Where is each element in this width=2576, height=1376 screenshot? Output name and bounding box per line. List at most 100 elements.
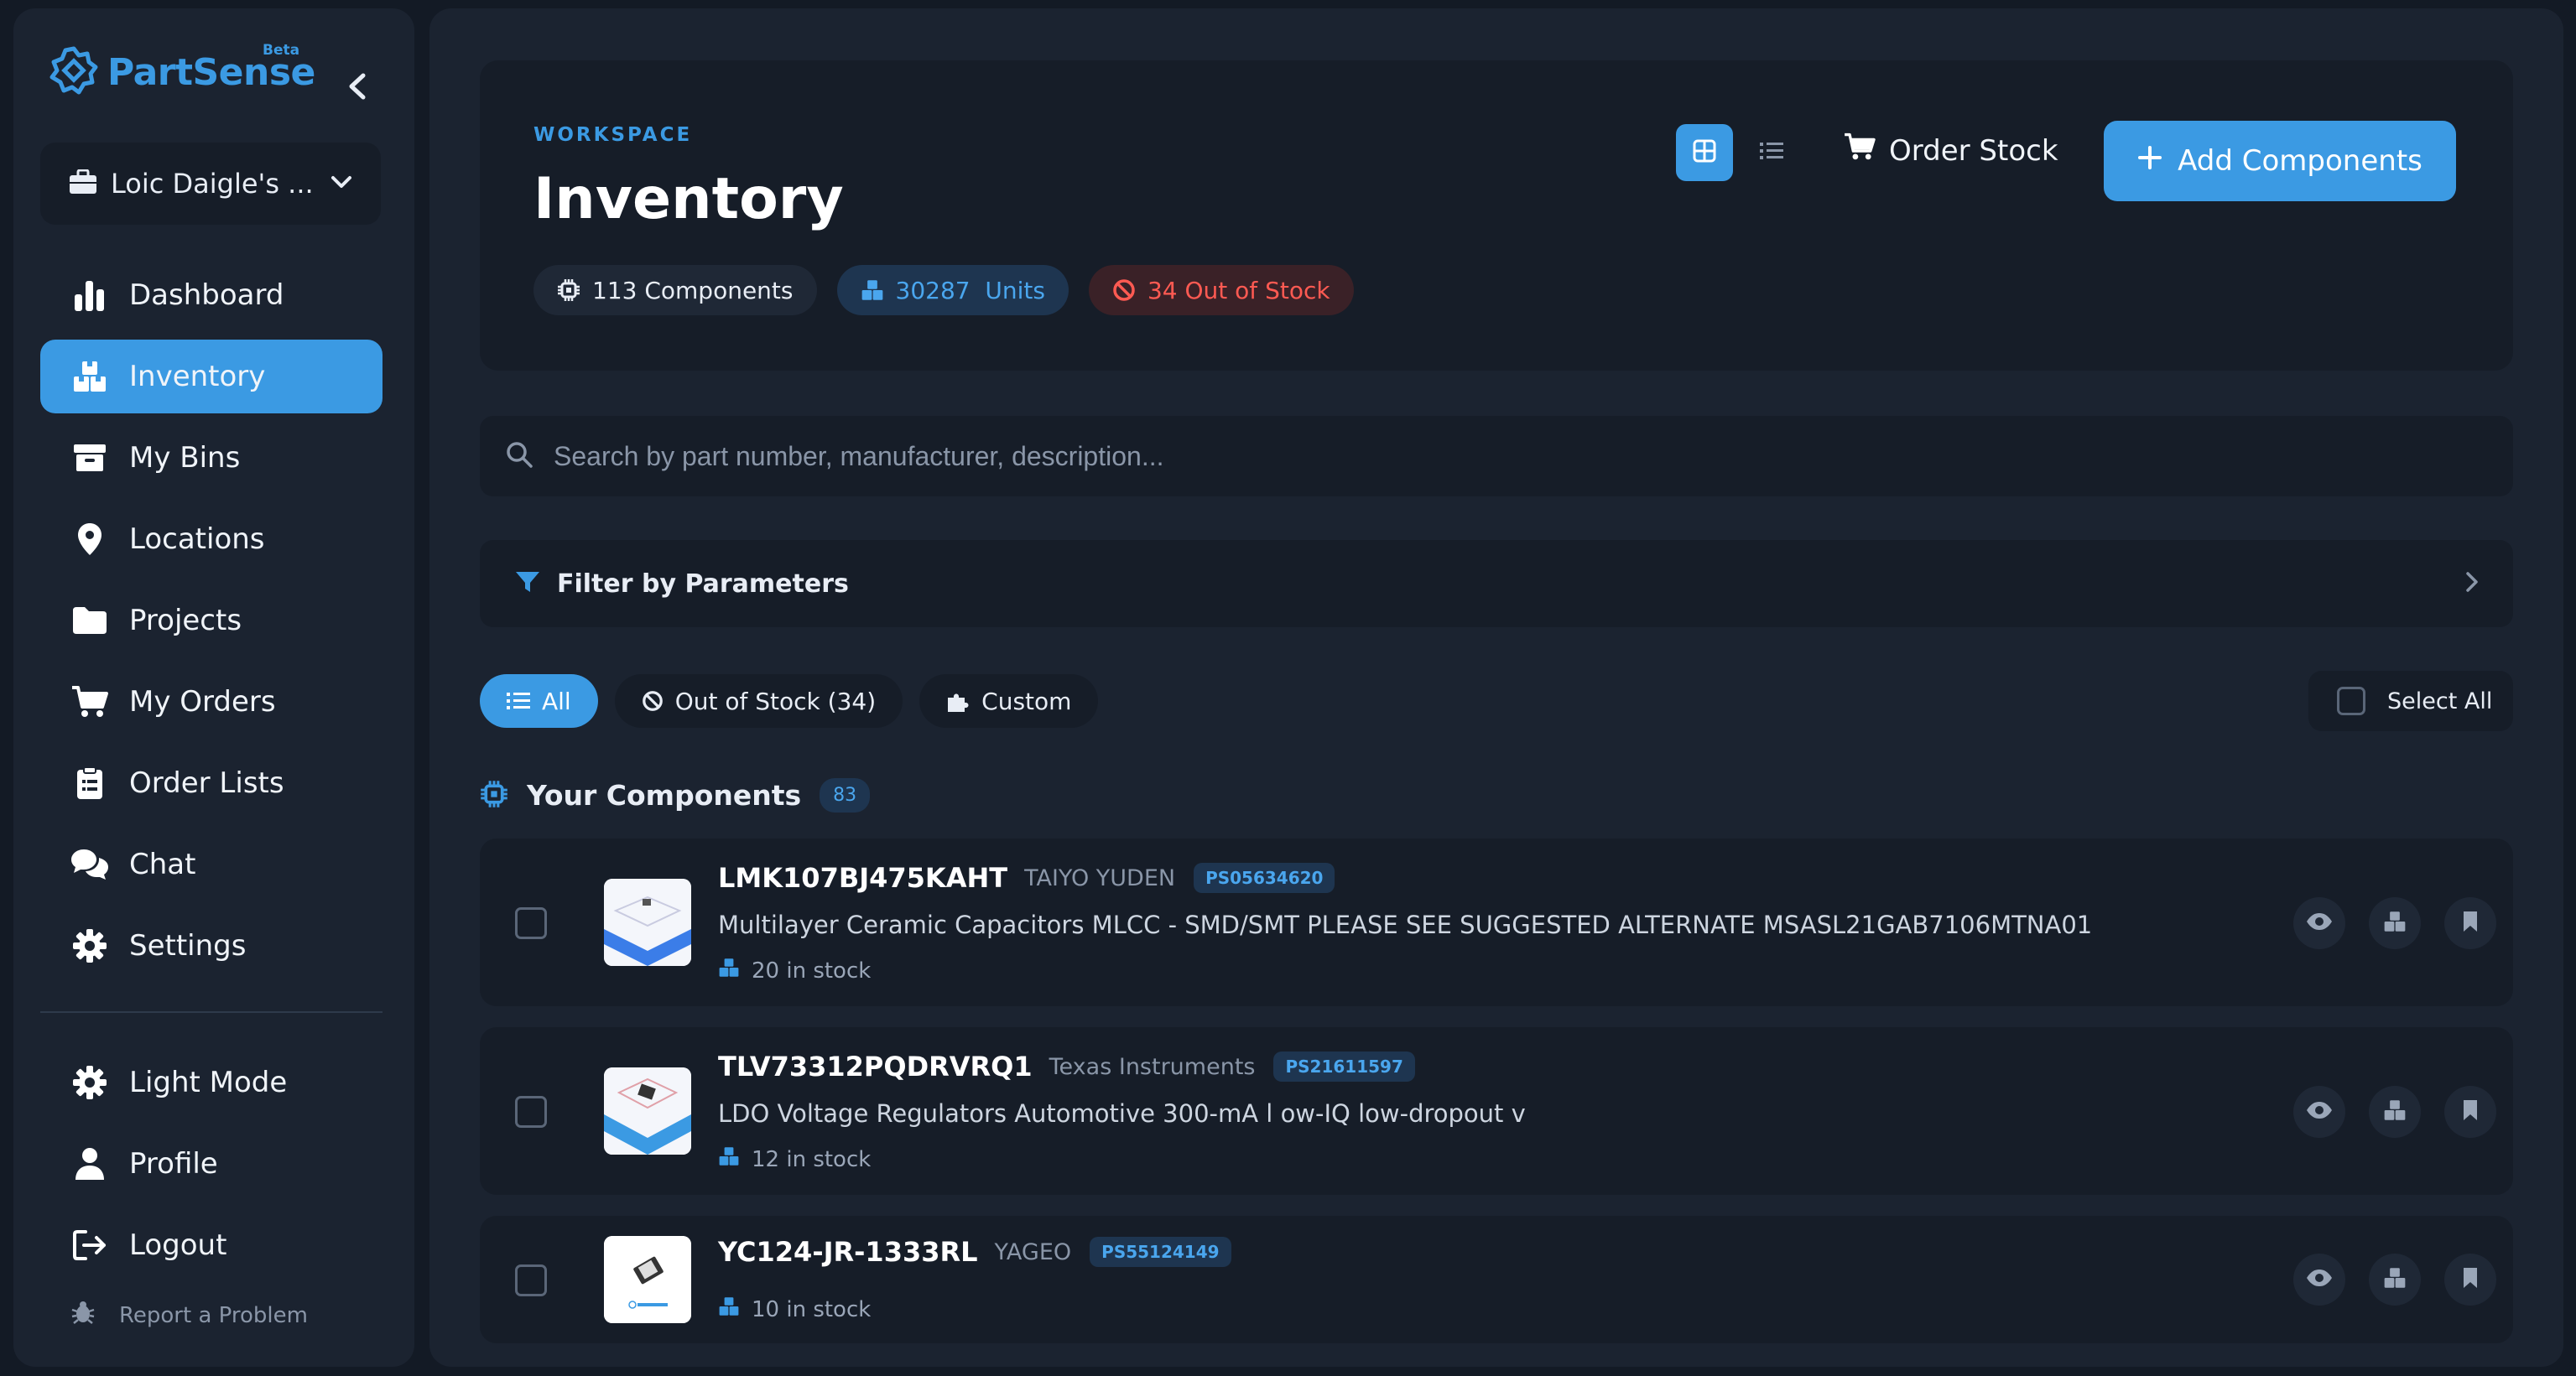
plus-icon bbox=[2137, 144, 2162, 178]
brand-logo[interactable]: PartSense Beta bbox=[49, 42, 315, 99]
collapse-sidebar-button[interactable] bbox=[332, 67, 382, 109]
puzzle-icon bbox=[946, 689, 970, 713]
select-all-label: Select All bbox=[2387, 688, 2493, 714]
boxes-icon bbox=[718, 1146, 740, 1172]
section-title: Your Components bbox=[527, 779, 802, 812]
user-icon bbox=[70, 1145, 109, 1183]
part-number[interactable]: YC124-JR-1333RL bbox=[718, 1236, 978, 1268]
nav-item-light-mode[interactable]: Light Mode bbox=[40, 1046, 382, 1119]
nav-label: Order Lists bbox=[129, 766, 284, 800]
list-view-button[interactable] bbox=[1743, 124, 1800, 181]
nav-label: Settings bbox=[129, 929, 247, 963]
nav-item-locations[interactable]: Locations bbox=[40, 502, 382, 576]
component-count-badge: 83 bbox=[820, 778, 871, 813]
part-number[interactable]: LMK107BJ475KAHT bbox=[718, 862, 1007, 894]
row-actions bbox=[2293, 897, 2496, 949]
nav-label: Profile bbox=[129, 1147, 218, 1181]
chat-bubbles-icon bbox=[70, 845, 109, 884]
stock-button[interactable] bbox=[2369, 1254, 2421, 1306]
search-input[interactable] bbox=[552, 439, 2401, 473]
stock-info: 12 in stock bbox=[718, 1146, 871, 1172]
stock-info: 10 in stock bbox=[718, 1296, 871, 1322]
nav-label: Chat bbox=[129, 848, 196, 881]
main-panel: WORKSPACE Inventory 113 Components 30287… bbox=[429, 8, 2563, 1367]
beta-tag: Beta bbox=[263, 42, 300, 59]
select-all-checkbox[interactable] bbox=[2337, 687, 2365, 715]
eye-icon bbox=[2306, 1269, 2333, 1290]
clipboard-list-icon bbox=[70, 764, 109, 802]
nav-item-logout[interactable]: Logout bbox=[40, 1208, 382, 1282]
row-checkbox[interactable] bbox=[515, 1096, 547, 1128]
bug-icon bbox=[70, 1300, 96, 1331]
bookmark-button[interactable] bbox=[2444, 1254, 2496, 1306]
chip-icon bbox=[557, 278, 580, 302]
add-components-button[interactable]: Add Components bbox=[2104, 121, 2456, 201]
bottom-nav: Light Mode Profile Logout bbox=[40, 1046, 382, 1290]
manufacturer: Texas Instruments bbox=[1049, 1053, 1256, 1080]
chip-icon bbox=[480, 780, 508, 812]
nav-label: Dashboard bbox=[129, 278, 284, 312]
component-header: YC124-JR-1333RL YAGEO PS55124149 bbox=[718, 1236, 1231, 1268]
row-checkbox[interactable] bbox=[515, 907, 547, 939]
briefcase-icon bbox=[69, 169, 97, 198]
nav-item-projects[interactable]: Projects bbox=[40, 584, 382, 657]
page-title: Inventory bbox=[533, 166, 844, 232]
header-card: WORKSPACE Inventory 113 Components 30287… bbox=[480, 60, 2513, 371]
nav-item-chat[interactable]: Chat bbox=[40, 828, 382, 901]
nav-label: My Orders bbox=[129, 685, 276, 719]
manufacturer: YAGEO bbox=[994, 1238, 1072, 1265]
units-label: Units bbox=[985, 276, 1045, 304]
grid-icon bbox=[1693, 139, 1716, 166]
gear-icon bbox=[70, 927, 109, 965]
nav-item-order-lists[interactable]: Order Lists bbox=[40, 746, 382, 820]
partsense-logo-icon bbox=[49, 45, 99, 99]
nav-item-my-bins[interactable]: My Bins bbox=[40, 421, 382, 495]
bookmark-button[interactable] bbox=[2444, 1086, 2496, 1138]
nav-item-profile[interactable]: Profile bbox=[40, 1127, 382, 1201]
units-value: 30287 bbox=[895, 276, 971, 304]
component-row[interactable]: LMK107BJ475KAHT TAIYO YUDEN PS05634620 M… bbox=[480, 839, 2513, 1006]
tab-out-of-stock[interactable]: Out of Stock (34) bbox=[614, 674, 903, 728]
boxes-icon bbox=[2383, 911, 2407, 936]
stock-button[interactable] bbox=[2369, 1086, 2421, 1138]
stock-button[interactable] bbox=[2369, 897, 2421, 949]
nav-item-inventory[interactable]: Inventory bbox=[40, 340, 382, 413]
order-stock-button[interactable]: Order Stock bbox=[1844, 132, 2058, 169]
nav-label: Projects bbox=[129, 604, 242, 637]
report-problem-label: Report a Problem bbox=[119, 1302, 308, 1328]
nav-item-settings[interactable]: Settings bbox=[40, 909, 382, 983]
stock-count: 12 in stock bbox=[752, 1146, 872, 1172]
nav-item-dashboard[interactable]: Dashboard bbox=[40, 258, 382, 332]
bookmark-icon bbox=[2462, 1098, 2479, 1125]
view-button[interactable] bbox=[2293, 1254, 2345, 1306]
chevron-down-icon bbox=[330, 175, 352, 192]
chart-bars-icon bbox=[70, 276, 109, 314]
component-description: Multilayer Ceramic Capacitors MLCC - SMD… bbox=[718, 911, 2093, 939]
select-all-toggle[interactable]: Select All bbox=[2308, 671, 2513, 731]
workspace-selector[interactable]: Loic Daigle's ... bbox=[40, 143, 381, 225]
tab-custom[interactable]: Custom bbox=[919, 674, 1099, 728]
eye-icon bbox=[2306, 1101, 2333, 1123]
component-row[interactable]: YC124-JR-1333RL YAGEO PS55124149 10 in s… bbox=[480, 1216, 2513, 1343]
row-checkbox[interactable] bbox=[515, 1264, 547, 1296]
component-row[interactable]: TLV73312PQDRVRQ1 Texas Instruments PS216… bbox=[480, 1027, 2513, 1195]
search-bar bbox=[480, 416, 2513, 496]
ban-icon bbox=[642, 690, 664, 712]
view-button[interactable] bbox=[2293, 897, 2345, 949]
inventory-stats: 113 Components 30287 Units 34 Out of Sto… bbox=[533, 265, 1354, 315]
tab-label: Custom bbox=[981, 687, 1072, 715]
component-thumbnail bbox=[604, 879, 691, 966]
map-pin-icon bbox=[70, 520, 109, 558]
archive-icon bbox=[70, 439, 109, 477]
part-number[interactable]: TLV73312PQDRVRQ1 bbox=[718, 1051, 1033, 1083]
boxes-icon bbox=[718, 1296, 740, 1322]
nav-item-my-orders[interactable]: My Orders bbox=[40, 665, 382, 739]
tab-all[interactable]: All bbox=[480, 674, 598, 728]
filter-by-parameters[interactable]: Filter by Parameters bbox=[480, 540, 2513, 627]
bookmark-icon bbox=[2462, 910, 2479, 937]
view-button[interactable] bbox=[2293, 1086, 2345, 1138]
grid-view-button[interactable] bbox=[1676, 124, 1733, 181]
bookmark-button[interactable] bbox=[2444, 897, 2496, 949]
sidebar: PartSense Beta Loic Daigle's ... Dashboa… bbox=[13, 8, 414, 1367]
report-problem-link[interactable]: Report a Problem bbox=[70, 1300, 308, 1331]
